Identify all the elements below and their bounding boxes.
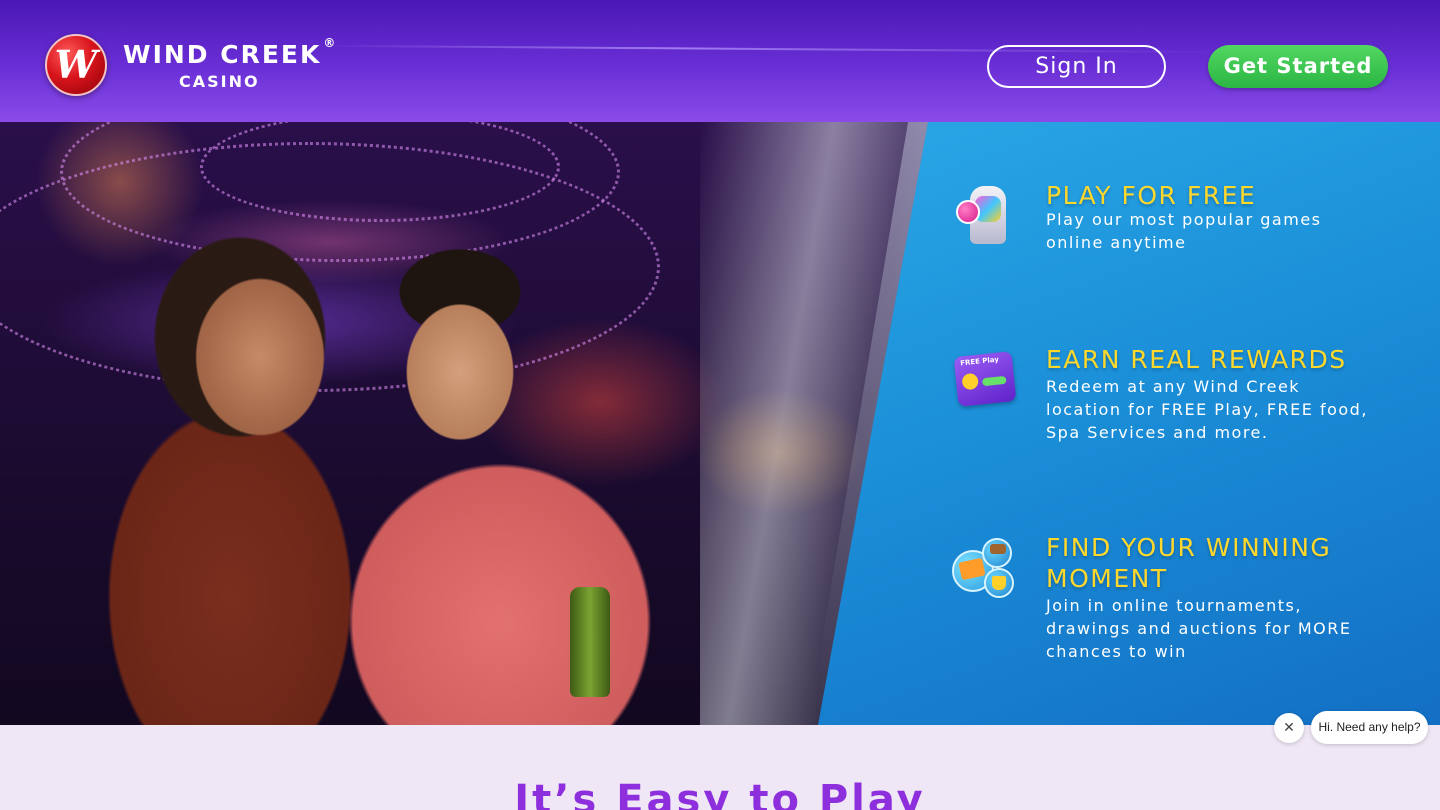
chat-close-icon[interactable]: ✕ [1274,713,1304,743]
feature-description: Redeem at any Wind Creek location for FR… [1046,377,1368,442]
tournaments-icon [946,532,1020,606]
hero-section: PLAY FOR FREE Play our most popular game… [0,122,1440,725]
feature-find-your-winning-moment: FIND YOUR WINNING MOMENT Join in online … [946,532,1416,662]
brand-name-text: WIND CREEK [123,40,322,69]
beer-bottle [570,587,610,697]
brand-logo[interactable]: W WIND CREEK ® CASINO [45,34,345,100]
logo-badge-icon: W [45,34,107,96]
slot-machine-icon [946,180,1020,254]
coin-icon [961,372,979,391]
feature-play-for-free: PLAY FOR FREE Play our most popular game… [946,180,1416,270]
free-play-card-label: FREE Play [959,355,1000,368]
brand-subtitle: CASINO [179,72,260,91]
feature-title: FIND YOUR WINNING MOMENT [1046,533,1332,593]
man-figure [300,242,720,725]
registered-mark: ® [323,36,338,50]
slot-ball-shape [956,200,980,224]
trophy-icon [992,576,1006,590]
how-to-play-section: It’s Easy to Play [0,725,1440,810]
feature-description: Play our most popular games online anyti… [1046,210,1322,252]
feature-description: Join in online tournaments, drawings and… [1046,596,1352,661]
slot-machine-icon-graphic [956,186,1010,248]
feature-earn-real-rewards: FREE Play EARN REAL REWARDS Redeem at an… [946,344,1416,444]
sign-in-button[interactable]: Sign In [987,45,1166,88]
get-started-button[interactable]: Get Started [1208,45,1388,88]
brand-name: WIND CREEK ® [123,36,337,69]
card-bar-shape [981,375,1007,387]
feature-title: EARN REAL REWARDS [1046,345,1347,374]
free-play-card-graphic: FREE Play [953,351,1017,407]
chat-help-bubble[interactable]: Hi. Need any help? [1311,711,1428,744]
logo-mark: W [54,42,98,87]
site-header: W WIND CREEK ® CASINO Sign In Get Started [0,0,1440,122]
gavel-icon [990,544,1006,554]
feature-title: PLAY FOR FREE [1046,181,1257,210]
section-title: It’s Easy to Play [514,777,926,810]
free-play-card-icon: FREE Play [946,344,1020,418]
